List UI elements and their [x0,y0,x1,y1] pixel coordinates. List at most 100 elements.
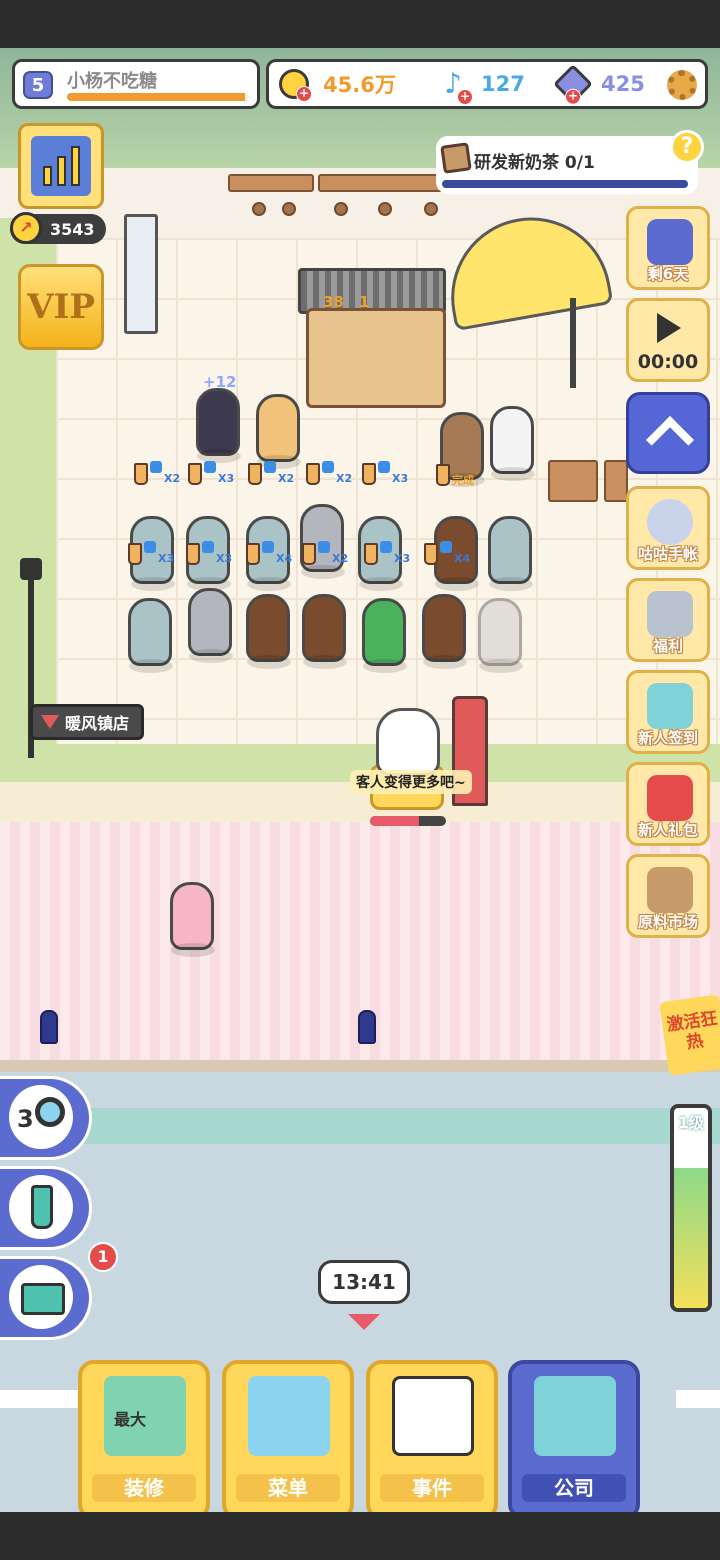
calendar-icon [647,683,693,729]
order-bubble: X3 [188,460,234,485]
search-tool-button[interactable]: 3 [0,1076,92,1160]
gem-counter[interactable]: 425 [553,62,645,106]
store-name: 暖风镇店 [65,714,130,733]
side-menu-item-gift[interactable]: 新人礼包 [626,762,710,846]
order-multiplier: X2 [164,472,181,485]
task-panel[interactable]: 研发新奶茶 0/1 [436,136,698,194]
paint-roller-icon: 最大 [104,1376,186,1456]
cup-icon [134,462,148,485]
gem-amount: 425 [601,72,645,96]
timer-pointer-icon [348,1314,380,1330]
side-menu-item-diary[interactable]: 咕咕手帐 [626,486,710,570]
coin-add-icon[interactable] [279,69,312,102]
lucky-cat[interactable] [376,708,440,776]
rabbit-customer[interactable] [188,588,233,663]
store-sign[interactable]: 暖风镇店 [30,704,144,740]
order-multiplier: X3 [394,552,411,565]
chevron-up-icon [645,415,695,465]
player-panel[interactable]: 5 小杨不吃糖 [12,59,260,109]
side-menu-label: 福利 [652,637,683,655]
collapse-menu-button[interactable] [626,392,710,474]
vip-button[interactable]: VIP [18,264,104,350]
elephant-customer[interactable] [488,516,533,591]
serving-table[interactable] [604,460,628,502]
side-menu-item-welfare[interactable]: 福利 [626,578,710,662]
thumbs-up-icon [322,460,334,473]
nav-label: 装修 [92,1474,196,1502]
box-tool-button[interactable] [0,1256,92,1340]
pink-cat-walker[interactable] [170,882,215,957]
note-counter[interactable]: ♪ 127 [439,62,525,106]
side-menu-label: 新人礼包 [637,821,698,839]
dog-customer[interactable] [422,594,467,669]
bollard [358,1010,376,1044]
order-bubble: X3 [128,540,174,565]
order-bubble: X4 [424,540,470,565]
cup-icon [188,462,202,485]
thumbs-up-icon [144,540,156,553]
nav-events[interactable]: 事件 [366,1360,498,1512]
witch-cat-staff[interactable]: +12 [196,373,241,463]
gear-icon[interactable] [667,70,697,100]
tea-counter[interactable]: 38 1 [306,293,446,408]
video-reward-button[interactable]: 00:00 [626,298,710,382]
help-button[interactable]: ? [670,130,704,164]
thumbs-up-icon [378,460,390,473]
pigeon-icon [647,499,693,545]
fever-banner[interactable]: 激活狂热 [659,994,720,1076]
order-bubble: X4 [246,540,292,565]
road-band [0,1108,720,1144]
nav-label: 事件 [380,1474,484,1502]
bar-chart-icon [31,136,91,196]
location-icon [41,715,59,729]
order-multiplier: X2 [336,472,353,485]
elephant-customer[interactable] [128,598,173,673]
bonus-popup: +12 [203,373,237,391]
nav-menu[interactable]: 菜单 [222,1360,354,1512]
serving-table[interactable] [548,460,598,502]
white-cat-staff[interactable] [490,406,535,481]
crocodile-customer[interactable] [362,598,407,673]
dog-customer[interactable] [302,594,347,669]
side-menu-label: 咕咕手帐 [637,545,698,563]
gem-add-icon[interactable] [553,64,593,104]
side-menu-item-checkin[interactable]: 新人签到 [626,670,710,754]
nav-decorate[interactable]: 最大 装修 [78,1360,210,1512]
fever-meter[interactable]: 1级 [670,1104,712,1312]
stats-button[interactable] [18,123,104,209]
thumbs-up-icon [262,540,274,553]
system-bar-bottom [0,1512,720,1560]
thumbs-up-icon [380,540,392,553]
stool [424,202,438,216]
order-bubble: X2 [306,460,353,485]
music-note-add-icon[interactable]: ♪ [439,69,473,105]
nav-company[interactable]: 公司 [508,1360,640,1512]
cup-icon [436,464,450,486]
order-bubble: X3 [362,460,408,485]
side-menu-item-market[interactable]: 原料市场 [626,854,710,938]
hint-progress-fill [370,816,420,826]
menu-list-icon [248,1376,330,1456]
done-label: 完成 [452,474,474,487]
status-bar-top [0,0,720,48]
level-badge: 5 [23,71,53,99]
search-count: 3 [17,1105,34,1133]
task-progress-bar [442,180,688,188]
cup-icon [424,542,438,565]
drink-shelf[interactable] [124,214,158,334]
event-pass-button[interactable]: 剩6天 [626,206,710,290]
nav-label: 公司 [522,1474,626,1502]
coin-counter[interactable]: 45.6万 [279,62,396,106]
xp-fill [67,93,246,101]
dog-customer[interactable] [246,594,291,669]
thumbs-up-icon [150,460,162,473]
cup-icon [302,542,316,565]
task-text: 研发新奶茶 0/1 [474,153,595,173]
fever-level: 1级 [678,1114,704,1132]
stool [252,202,266,216]
bench[interactable] [228,174,314,192]
orange-cat-staff[interactable] [256,394,301,469]
cup-tool-button[interactable] [0,1166,92,1250]
order-multiplier: X2 [278,472,295,485]
power-rating[interactable]: ↗ 3543 [10,212,106,244]
